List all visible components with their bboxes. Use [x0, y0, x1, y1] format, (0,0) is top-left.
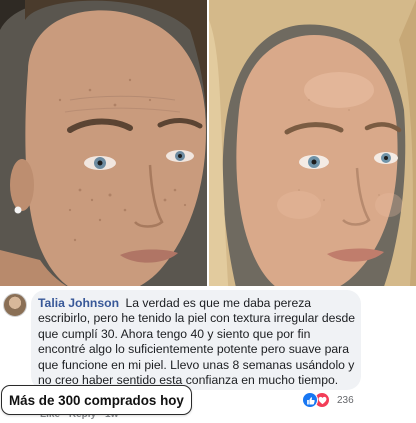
commenter-avatar[interactable] — [3, 293, 27, 317]
after-face-illustration — [209, 0, 416, 300]
before-photo — [0, 0, 207, 300]
like-icon — [302, 392, 318, 408]
before-face-illustration — [0, 0, 207, 300]
purchase-count-badge: Más de 300 comprados hoy — [1, 385, 192, 415]
reaction-count: 236 — [333, 393, 358, 407]
after-photo — [209, 0, 416, 300]
comment-author-name[interactable]: Talia Johnson — [38, 296, 119, 310]
reaction-summary[interactable]: 236 — [302, 391, 358, 409]
